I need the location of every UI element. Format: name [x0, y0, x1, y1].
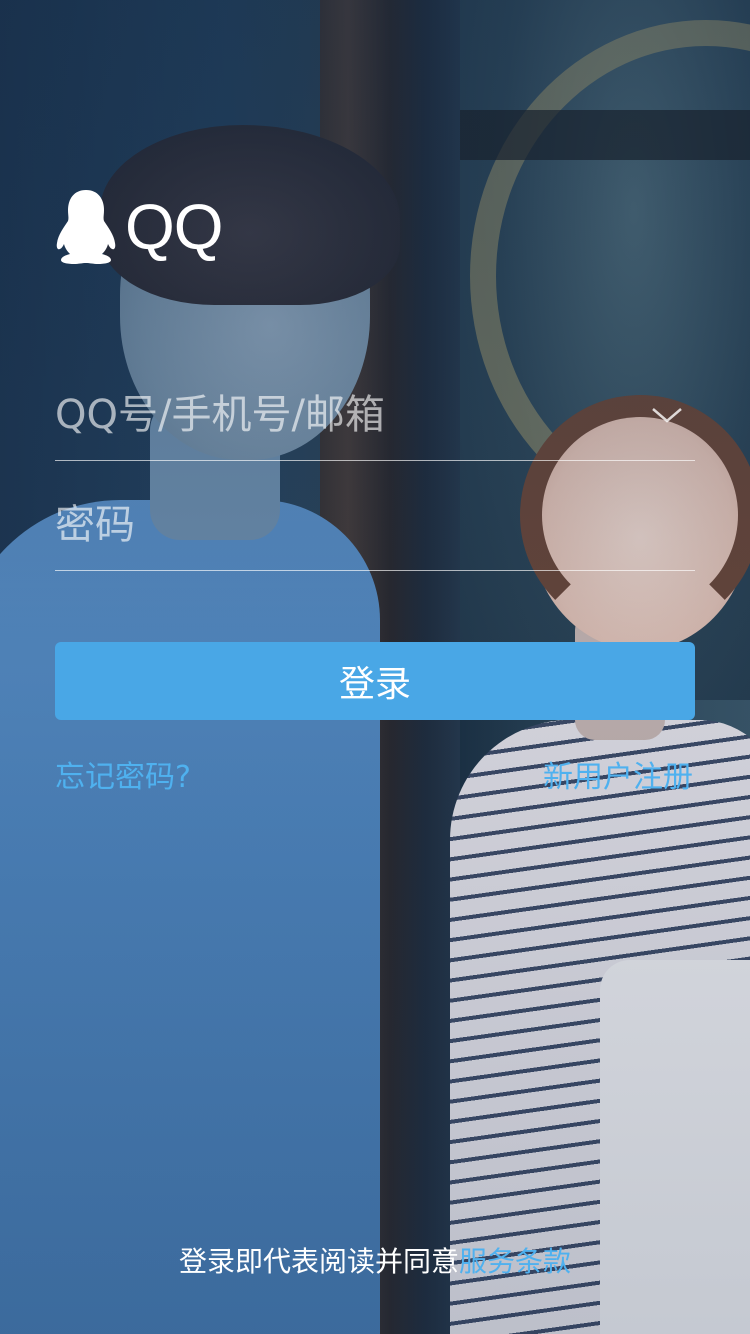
agreement-footer: 登录即代表阅读并同意服务条款: [0, 1240, 750, 1280]
password-field: [55, 480, 695, 571]
account-field: [55, 370, 695, 461]
account-input[interactable]: [55, 385, 647, 445]
forgot-password-link[interactable]: 忘记密码?: [55, 752, 191, 796]
terms-of-service-link[interactable]: 服务条款: [459, 1245, 571, 1278]
app-logo: QQ: [55, 188, 224, 266]
agreement-text: 登录即代表阅读并同意: [178, 1245, 459, 1278]
login-button[interactable]: 登录: [55, 642, 695, 720]
penguin-icon: [56, 190, 116, 264]
logo-text: QQ: [125, 191, 224, 263]
register-link[interactable]: 新用户注册: [543, 752, 693, 796]
chevron-down-icon[interactable]: [647, 395, 687, 435]
login-screen: QQ 登录 忘记密码? 新用户注册 登录即代表阅读并同意服务条款: [0, 0, 750, 1334]
password-input[interactable]: [55, 495, 695, 555]
